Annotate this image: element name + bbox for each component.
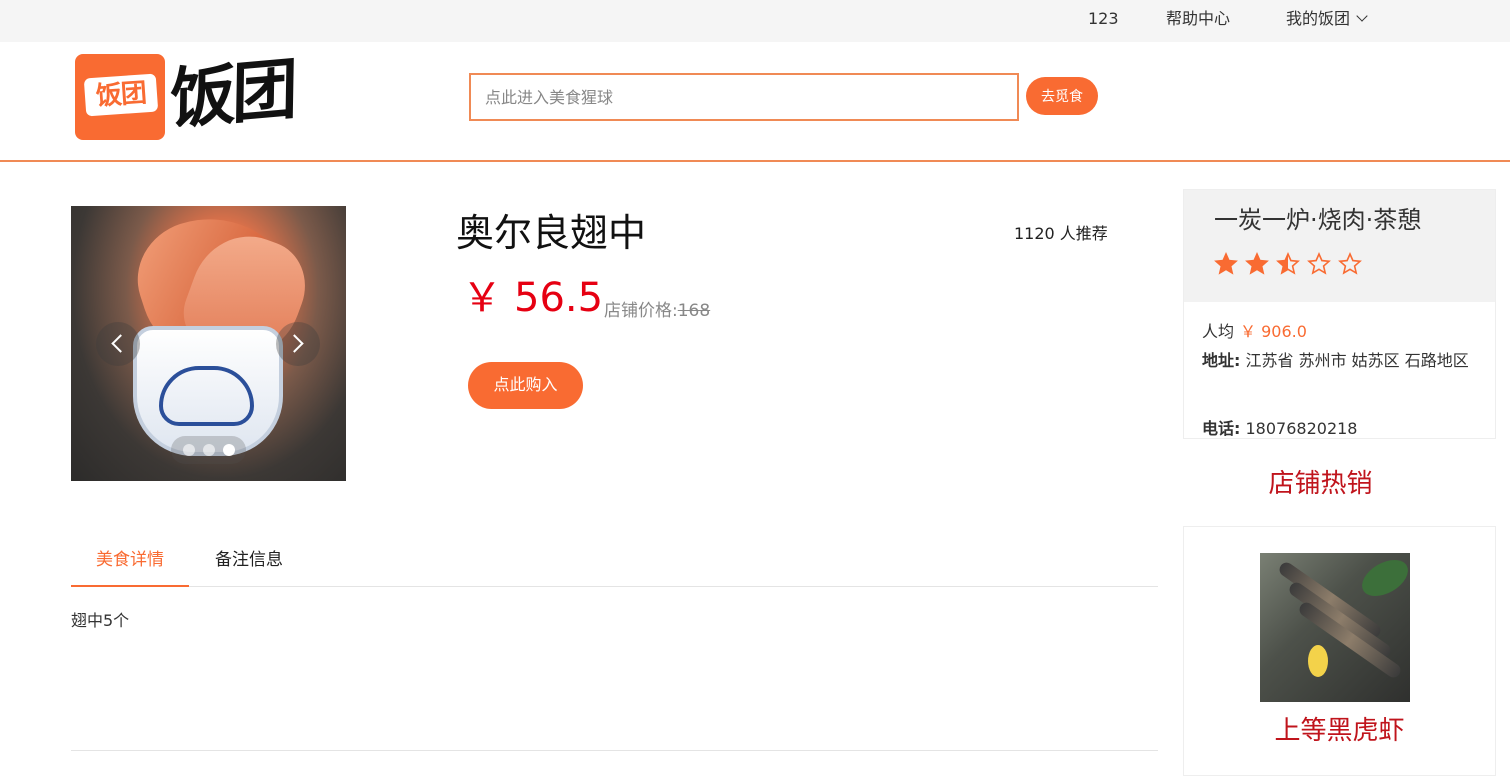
divider [71, 750, 1158, 751]
star-full-icon [1214, 252, 1238, 276]
recommend-count: 1120 人推荐 [1014, 224, 1108, 243]
chevron-down-icon [1356, 10, 1368, 22]
chevron-left-icon [111, 334, 130, 353]
store-avg-price: 人均 ￥ 906.0 [1202, 318, 1307, 342]
store-name[interactable]: 一炭一炉·烧肉·茶憩 [1214, 200, 1421, 235]
phone-value: 18076820218 [1245, 419, 1358, 438]
price-value: 56.5 [514, 275, 604, 321]
carousel-indicators [171, 436, 246, 464]
hot-item-name[interactable]: 上等黑虎虾 [1183, 710, 1496, 747]
search-input[interactable] [469, 73, 1019, 121]
carousel-prev-button[interactable] [96, 322, 140, 366]
logo-mark: 饭团 [83, 73, 159, 117]
hot-item-image[interactable] [1260, 553, 1410, 702]
store-card: 一炭一炉·烧肉·茶憩 人均 ￥ 906.0 地址: 江苏省 苏州市 姑苏区 石路地… [1183, 189, 1496, 439]
product-price: ￥ 56.5 [462, 272, 603, 324]
star-full-icon [1245, 252, 1269, 276]
chevron-right-icon [285, 334, 304, 353]
detail-tabs: 美食详情 备注信息 [71, 540, 1158, 587]
store-rating [1214, 252, 1369, 280]
store-header: 一炭一炉·烧肉·茶憩 [1184, 190, 1495, 302]
star-half-icon [1276, 252, 1300, 276]
store-address: 地址: 江苏省 苏州市 姑苏区 石路地区 [1202, 346, 1482, 376]
carousel-dot-2[interactable] [203, 444, 215, 456]
hot-sales-title: 店铺热销 [1268, 469, 1373, 499]
site-header: 饭团 饭团 去觅食 [0, 42, 1510, 162]
store-price-label: 店铺价格: [604, 301, 678, 321]
carousel-dot-3[interactable] [223, 444, 235, 456]
top-bar: 123 帮助中心 我的饭团 [0, 0, 1510, 42]
store-price-value: 168 [677, 301, 711, 321]
carousel-dot-1[interactable] [183, 444, 195, 456]
currency-symbol: ￥ [462, 275, 502, 321]
search-button[interactable]: 去觅食 [1026, 77, 1098, 115]
avg-label: 人均 [1202, 322, 1235, 341]
star-empty-icon [1307, 252, 1331, 276]
product-image-carousel[interactable] [71, 206, 346, 481]
avg-value: ￥ 906.0 [1240, 322, 1307, 341]
logo-text[interactable]: 饭团 [169, 44, 295, 145]
tab-content: 翅中5个 [71, 611, 130, 630]
star-empty-icon [1338, 252, 1362, 276]
help-center-link[interactable]: 帮助中心 [1166, 10, 1230, 28]
buy-button[interactable]: 点此购入 [468, 362, 583, 409]
store-phone: 电话: 18076820218 [1202, 415, 1357, 439]
my-account-label: 我的饭团 [1286, 9, 1351, 28]
username-link[interactable]: 123 [1088, 10, 1119, 28]
store-price: 店铺价格:168 [604, 296, 710, 321]
phone-label: 电话: [1202, 419, 1241, 438]
tab-notes[interactable]: 备注信息 [189, 540, 309, 587]
address-label: 地址: [1202, 351, 1241, 370]
carousel-next-button[interactable] [276, 322, 320, 366]
address-value: 江苏省 苏州市 姑苏区 石路地区 [1245, 351, 1469, 370]
tab-food-details[interactable]: 美食详情 [71, 540, 189, 587]
my-account-dropdown[interactable]: 我的饭团 [1286, 9, 1368, 28]
logo-icon[interactable]: 饭团 [75, 54, 165, 140]
product-name: 奥尔良翅中 [456, 211, 647, 255]
